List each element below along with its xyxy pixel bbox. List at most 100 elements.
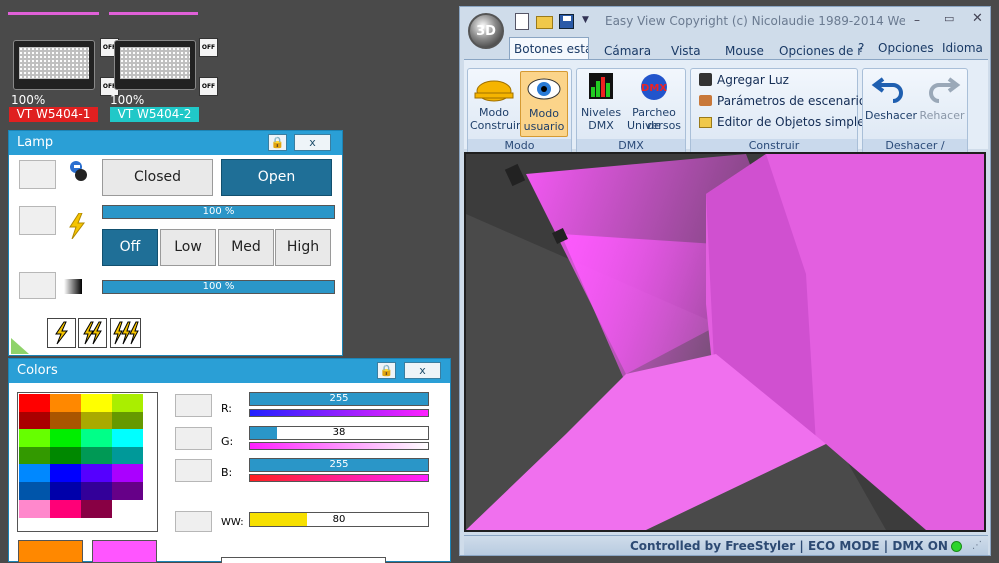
tab-camara[interactable]: Cámara	[604, 44, 651, 58]
lamp-mode-off-button[interactable]: Off	[102, 229, 158, 266]
language-menu[interactable]: Idioma	[942, 41, 983, 55]
palette-color-cell[interactable]	[112, 429, 143, 448]
options-menu[interactable]: Opciones	[878, 41, 934, 55]
palette-color-cell[interactable]	[81, 411, 112, 430]
group-undo-title: Deshacer / Rehacer	[863, 139, 967, 165]
status-text: Controlled by FreeStyler | ECO MODE | DM…	[630, 539, 948, 553]
save-icon[interactable]	[559, 14, 574, 29]
palette-color-cell[interactable]	[19, 411, 50, 430]
undo-button[interactable]: Deshacer	[865, 71, 917, 137]
green-channel-box[interactable]	[175, 427, 212, 450]
open-folder-icon[interactable]	[536, 16, 553, 29]
agregar-luz-button[interactable]: Agregar Luz	[717, 73, 789, 87]
lamp-mode-med-button[interactable]: Med	[218, 229, 274, 266]
palette-color-cell[interactable]	[112, 411, 143, 430]
lamp-dimmer-bar[interactable]: 100 %	[102, 280, 335, 294]
maximize-button[interactable]: ▭	[944, 12, 954, 25]
palette-color-cell[interactable]	[112, 464, 143, 483]
palette-color-cell[interactable]	[19, 429, 50, 448]
palette-color-cell[interactable]	[19, 499, 50, 518]
fixture-2-panel[interactable]	[114, 40, 196, 90]
palette-color-cell[interactable]	[50, 411, 81, 430]
minimize-button[interactable]: –	[914, 13, 920, 27]
fixture-1-panel[interactable]	[13, 40, 95, 90]
palette-color-cell[interactable]	[112, 446, 143, 465]
object-editor-icon	[699, 117, 712, 128]
palette-color-cell[interactable]	[50, 464, 81, 483]
palette-color-cell[interactable]	[112, 499, 143, 518]
scene-params-button[interactable]: Parámetros de escenario...	[717, 94, 877, 108]
niveles-dmx-button[interactable]: Niveles DMX	[579, 71, 623, 137]
parcheo-universos-button[interactable]: DMX Parcheo de Universos	[624, 71, 684, 137]
warmwhite-slider[interactable]: 80	[249, 512, 429, 527]
resize-grip-icon[interactable]: ⋰	[972, 540, 982, 551]
lamp-close-button[interactable]: x	[294, 134, 331, 151]
red-slider[interactable]: 255	[249, 392, 429, 406]
palette-color-cell[interactable]	[50, 482, 81, 500]
lamp-mode-low-button[interactable]: Low	[160, 229, 216, 266]
palette-color-cell[interactable]	[81, 482, 112, 500]
resize-corner-icon[interactable]	[11, 338, 29, 354]
palette-color-cell[interactable]	[50, 446, 81, 465]
palette-color-cell[interactable]	[81, 429, 112, 448]
fixture-1-label[interactable]: VT W5404-1	[9, 107, 98, 122]
warmwhite-channel-box[interactable]	[175, 511, 212, 532]
lamp-shutter-box[interactable]	[19, 160, 56, 189]
color-swatch-pink[interactable]	[92, 540, 157, 563]
palette-color-cell[interactable]	[81, 499, 112, 518]
lamp-open-button[interactable]: Open	[221, 159, 332, 196]
palette-color-cell[interactable]	[19, 394, 50, 412]
palette-color-cell[interactable]	[50, 429, 81, 448]
tab-mouse[interactable]: Mouse	[725, 44, 764, 58]
red-channel-box[interactable]	[175, 394, 212, 417]
palette-color-cell[interactable]	[19, 464, 50, 483]
color-swatch-orange[interactable]	[18, 540, 83, 563]
tab-botones[interactable]: Botones estár	[509, 37, 589, 59]
colors-close-button[interactable]: x	[404, 362, 441, 379]
blue-slider[interactable]: 255	[249, 458, 429, 472]
construir-mode-button[interactable]: Modo Construir	[470, 71, 521, 137]
palette-color-cell[interactable]	[50, 499, 81, 518]
fixture-2-off-button-top[interactable]: OFF	[199, 38, 218, 57]
blue-channel-box[interactable]	[175, 459, 212, 482]
lamp-lock-icon[interactable]: 🔒	[268, 134, 287, 151]
palette-color-cell[interactable]	[50, 394, 81, 412]
palette-color-cell[interactable]	[81, 446, 112, 465]
app-logo-text: 3D	[476, 24, 496, 39]
object-editor-button[interactable]: Editor de Objetos simples	[717, 115, 871, 129]
palette-color-cell[interactable]	[112, 482, 143, 500]
niveles-dmx-label-1: Niveles	[580, 106, 622, 119]
quick-access-dropdown-icon[interactable]: ▼	[582, 15, 589, 25]
scene-render	[466, 154, 984, 530]
strobe-fast-button[interactable]	[110, 318, 141, 348]
fixture-2-level-line	[109, 12, 198, 15]
tab-opciones-r[interactable]: Opciones de r	[779, 44, 862, 58]
palette-color-cell[interactable]	[81, 464, 112, 483]
app-logo[interactable]: 3D	[468, 13, 504, 49]
color-palette[interactable]	[17, 392, 158, 532]
green-slider[interactable]: 38	[249, 426, 429, 440]
redo-button[interactable]: Rehacer	[917, 71, 967, 137]
strobe-medium-button[interactable]	[78, 318, 107, 348]
new-file-icon[interactable]	[515, 13, 529, 30]
colors-lock-icon[interactable]: 🔒	[377, 362, 396, 379]
palette-color-cell[interactable]	[112, 394, 143, 412]
viewport-3d[interactable]	[464, 152, 986, 532]
strobe-slow-button[interactable]	[47, 318, 76, 348]
lamp-dimmer-box[interactable]	[19, 272, 56, 299]
lamp-closed-button[interactable]: Closed	[102, 159, 213, 196]
palette-color-cell[interactable]	[19, 446, 50, 465]
lamp-power-box[interactable]	[19, 206, 56, 235]
close-window-button[interactable]: ✕	[972, 11, 983, 26]
lamp-intensity-bar[interactable]: 100 %	[102, 205, 335, 219]
usuario-mode-button[interactable]: Modo usuario	[520, 71, 568, 137]
tab-vista[interactable]: Vista	[671, 44, 701, 58]
palette-color-cell[interactable]	[19, 482, 50, 500]
fixture-2-off-button[interactable]: OFF	[199, 77, 218, 96]
fixture-2-label[interactable]: VT W5404-2	[110, 107, 199, 122]
colors-bottom-input[interactable]	[221, 557, 386, 563]
help-menu[interactable]: ?	[858, 41, 864, 55]
shutter-icon	[67, 159, 89, 183]
palette-color-cell[interactable]	[81, 394, 112, 412]
lamp-mode-high-button[interactable]: High	[275, 229, 331, 266]
